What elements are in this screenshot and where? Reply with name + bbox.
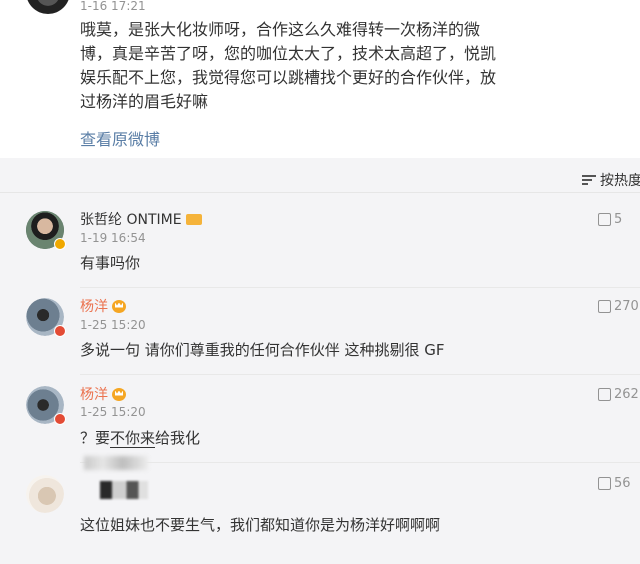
thumbs-up-icon (598, 300, 611, 313)
comment-timestamp: 1-25 15:20 (80, 405, 146, 419)
sort-label: 按热度 (600, 173, 640, 189)
comment-timestamp: 1-25 15:20 (80, 318, 146, 332)
divider (0, 192, 640, 193)
like-button[interactable]: 56 (598, 476, 631, 491)
crown-icon (112, 387, 126, 401)
like-button[interactable]: 262 (598, 387, 639, 402)
thumbs-up-icon (598, 477, 611, 490)
blurred-commenter-name (84, 456, 148, 470)
sort-by-heat-button[interactable]: 按热度 (582, 170, 640, 190)
sort-lines-icon (582, 174, 596, 186)
post-timestamp: 1-16 17:21 (80, 0, 146, 13)
like-count: 270 (614, 299, 639, 314)
like-count: 5 (614, 212, 623, 227)
commenter-name[interactable]: 杨洋 (80, 384, 126, 404)
like-button[interactable]: 5 (598, 212, 622, 227)
comment-text: 这位姐妹也不要生气，我们都知道你是为杨洋好啊啊啊 (80, 516, 441, 534)
like-count: 56 (614, 476, 631, 491)
comment-text: 多说一句 请你们尊重我的任何合作伙伴 这种挑剔很 GF (80, 341, 445, 359)
divider (80, 287, 640, 288)
v-badge-icon (54, 325, 66, 337)
vip-icon (185, 213, 202, 225)
comment-timestamp: 1-19 16:54 (80, 231, 146, 245)
post-author-avatar[interactable] (26, 0, 70, 14)
divider (80, 374, 640, 375)
comment-text: 有事吗你 (80, 254, 141, 272)
comment-text: ？要不你来给我化 (80, 429, 201, 448)
crown-icon (112, 299, 126, 313)
divider (80, 462, 640, 463)
thumbs-up-icon (598, 388, 611, 401)
like-count: 262 (614, 387, 639, 402)
commenter-name[interactable]: 张哲纶 ONTIME (80, 209, 202, 229)
original-post: 1-16 17:21 哦莫，是张大化妆师呀，合作这么久难得转一次杨洋的微博，真是… (0, 0, 640, 158)
comment-sort-bar: 按热度 (0, 168, 640, 192)
like-button[interactable]: 270 (598, 299, 639, 314)
post-text: 哦莫，是张大化妆师呀，合作这么久难得转一次杨洋的微博，真是辛苦了呀，您的咖位太大… (80, 20, 497, 111)
avatar[interactable] (26, 475, 64, 513)
thumbs-up-icon (598, 213, 611, 226)
view-original-weibo-link[interactable]: 查看原微博 (80, 126, 160, 150)
v-badge-icon (54, 238, 66, 250)
blurred-timestamp (100, 481, 148, 499)
commenter-name[interactable]: 杨洋 (80, 296, 126, 316)
v-badge-icon (54, 413, 66, 425)
